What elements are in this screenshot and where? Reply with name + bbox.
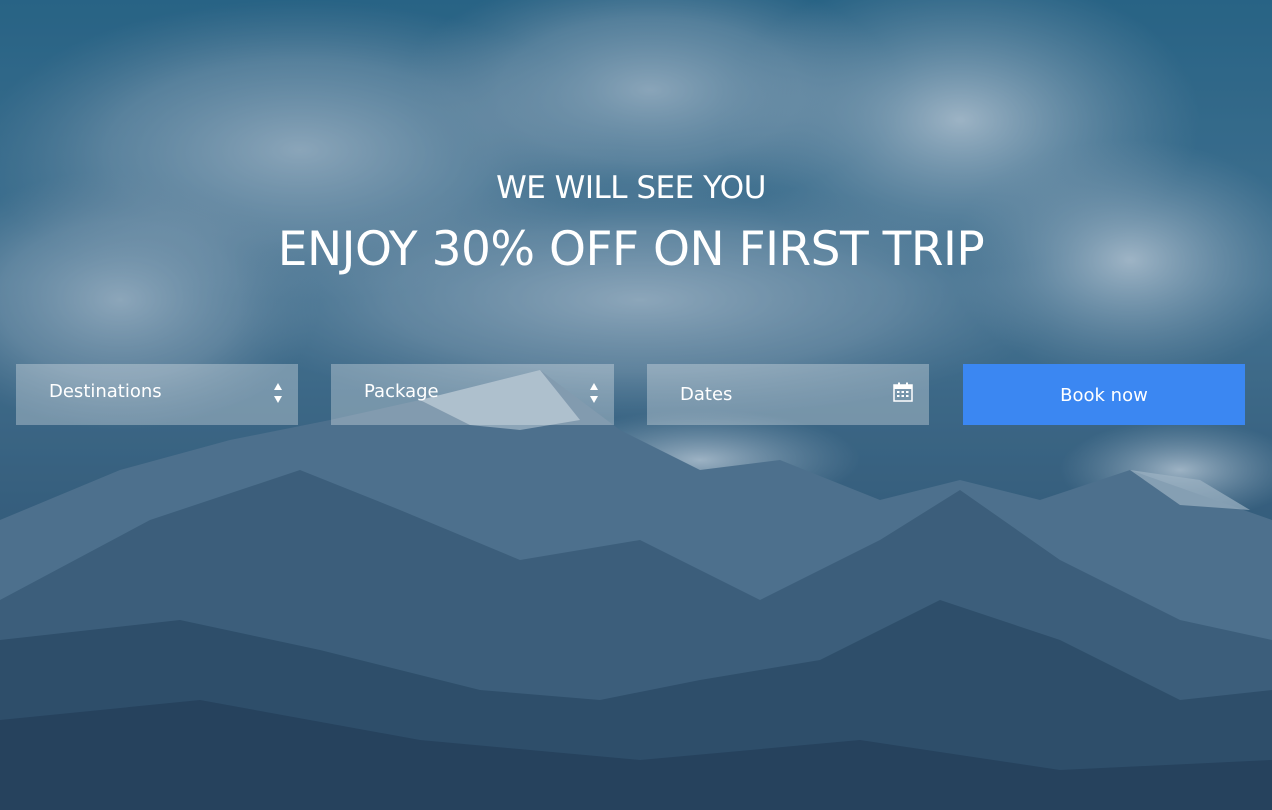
hero-subtitle: WE WILL SEE YOU — [496, 170, 766, 206]
calendar-icon — [893, 382, 913, 402]
hero-banner: WE WILL SEE YOU ENJOY 30% OFF ON FIRST T… — [0, 0, 1272, 810]
package-select[interactable]: Package — [331, 364, 614, 425]
package-select-label: Package — [364, 381, 439, 402]
dates-field-label: Dates — [680, 384, 733, 405]
updown-arrows-icon — [590, 383, 598, 403]
destinations-select-label: Destinations — [49, 381, 162, 402]
hero-title: ENJOY 30% OFF ON FIRST TRIP — [277, 222, 985, 277]
updown-arrows-icon — [274, 383, 282, 403]
dates-field[interactable]: Dates — [647, 364, 929, 425]
book-now-button[interactable]: Book now — [963, 364, 1245, 425]
destinations-select[interactable]: Destinations — [16, 364, 298, 425]
